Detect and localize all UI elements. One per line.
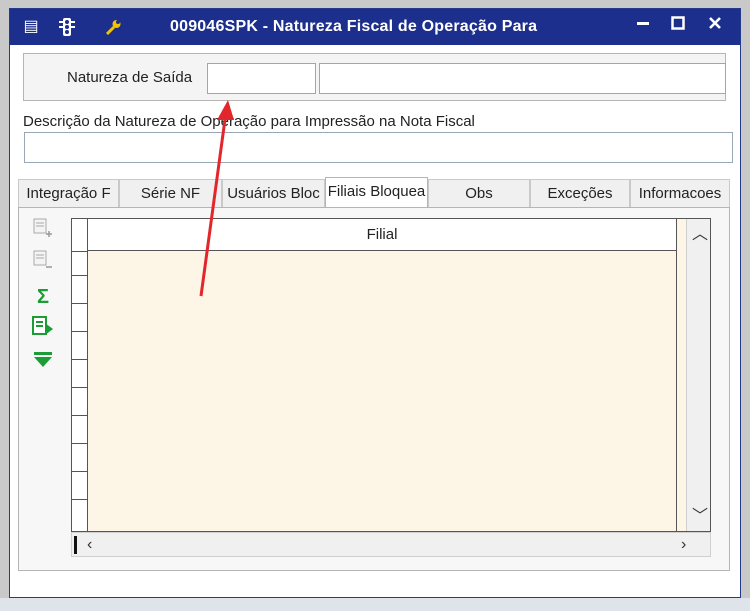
close-icon[interactable] (702, 15, 728, 37)
dialog-window: ▤ 009046SPK - Natureza Fiscal de Operaçã… (9, 8, 741, 598)
row-tick (72, 303, 88, 304)
tab-serie-nf[interactable]: Série NF (119, 179, 222, 207)
tab-filiais-bloqueadas[interactable]: Filiais Bloquea (325, 177, 428, 209)
minimize-icon[interactable] (630, 15, 656, 37)
row-tick (72, 415, 88, 416)
document-arrow-icon[interactable]: ▤ (20, 17, 42, 37)
scroll-left-icon[interactable]: ‹ (87, 537, 92, 553)
row-tick (72, 359, 88, 360)
sum-icon[interactable]: Σ (30, 284, 56, 310)
row-tick (72, 331, 88, 332)
add-row-icon[interactable] (30, 217, 56, 243)
natureza-name-input[interactable] (319, 63, 726, 94)
traffic-light-svg (59, 18, 75, 36)
wrench-svg (105, 20, 121, 36)
collapse-icon[interactable] (30, 349, 56, 375)
row-indicator-strip (72, 219, 88, 531)
export-svg (32, 316, 53, 335)
natureza-group: Natureza de Saída (23, 53, 726, 101)
scroll-position-marker (74, 536, 77, 554)
add-row-svg (33, 218, 52, 237)
row-tick (72, 387, 88, 388)
row-tick (72, 471, 88, 472)
natureza-code-input[interactable] (207, 63, 316, 94)
row-tick (72, 499, 88, 500)
collapse-svg (34, 352, 52, 367)
tab-informacoes[interactable]: Informacoes (630, 179, 730, 207)
remove-row-icon[interactable] (30, 249, 56, 275)
remove-row-svg (33, 250, 52, 268)
filiais-grid[interactable]: Filial ︿ ﹀ (71, 218, 711, 532)
maximize-svg (671, 16, 685, 30)
scroll-right-icon[interactable]: › (681, 537, 686, 553)
tab-bar: Integração F Série NF Usuários Bloc Fili… (18, 177, 730, 209)
row-tick (72, 251, 88, 252)
window-title: 009046SPK - Natureza Fiscal de Operação … (170, 18, 538, 35)
tab-excecoes[interactable]: Exceções (530, 179, 630, 207)
column-header-filial[interactable]: Filial (88, 219, 676, 251)
descricao-input[interactable] (24, 132, 733, 163)
scroll-up-icon[interactable]: ︿ (692, 227, 708, 243)
wrench-icon[interactable] (102, 17, 124, 37)
traffic-light-icon[interactable] (56, 17, 78, 37)
horizontal-scrollbar[interactable]: ‹ › (71, 532, 711, 557)
background-strip (0, 598, 750, 611)
maximize-icon[interactable] (665, 15, 691, 37)
close-svg (709, 17, 721, 29)
title-bar[interactable]: ▤ 009046SPK - Natureza Fiscal de Operaçã… (10, 9, 740, 45)
tab-integracao[interactable]: Integração F (18, 179, 119, 207)
tab-obs[interactable]: Obs (428, 179, 530, 207)
minimize-svg (637, 22, 649, 25)
tab-usuarios[interactable]: Usuários Bloc (222, 179, 325, 207)
scroll-down-icon[interactable]: ﹀ (692, 509, 708, 525)
row-tick (72, 443, 88, 444)
descricao-label: Descrição da Natureza de Operação para I… (23, 113, 475, 130)
row-tick (72, 275, 88, 276)
vertical-scrollbar[interactable]: ︿ ﹀ (686, 219, 710, 531)
export-icon[interactable] (30, 315, 56, 341)
natureza-label: Natureza de Saída (67, 69, 193, 86)
